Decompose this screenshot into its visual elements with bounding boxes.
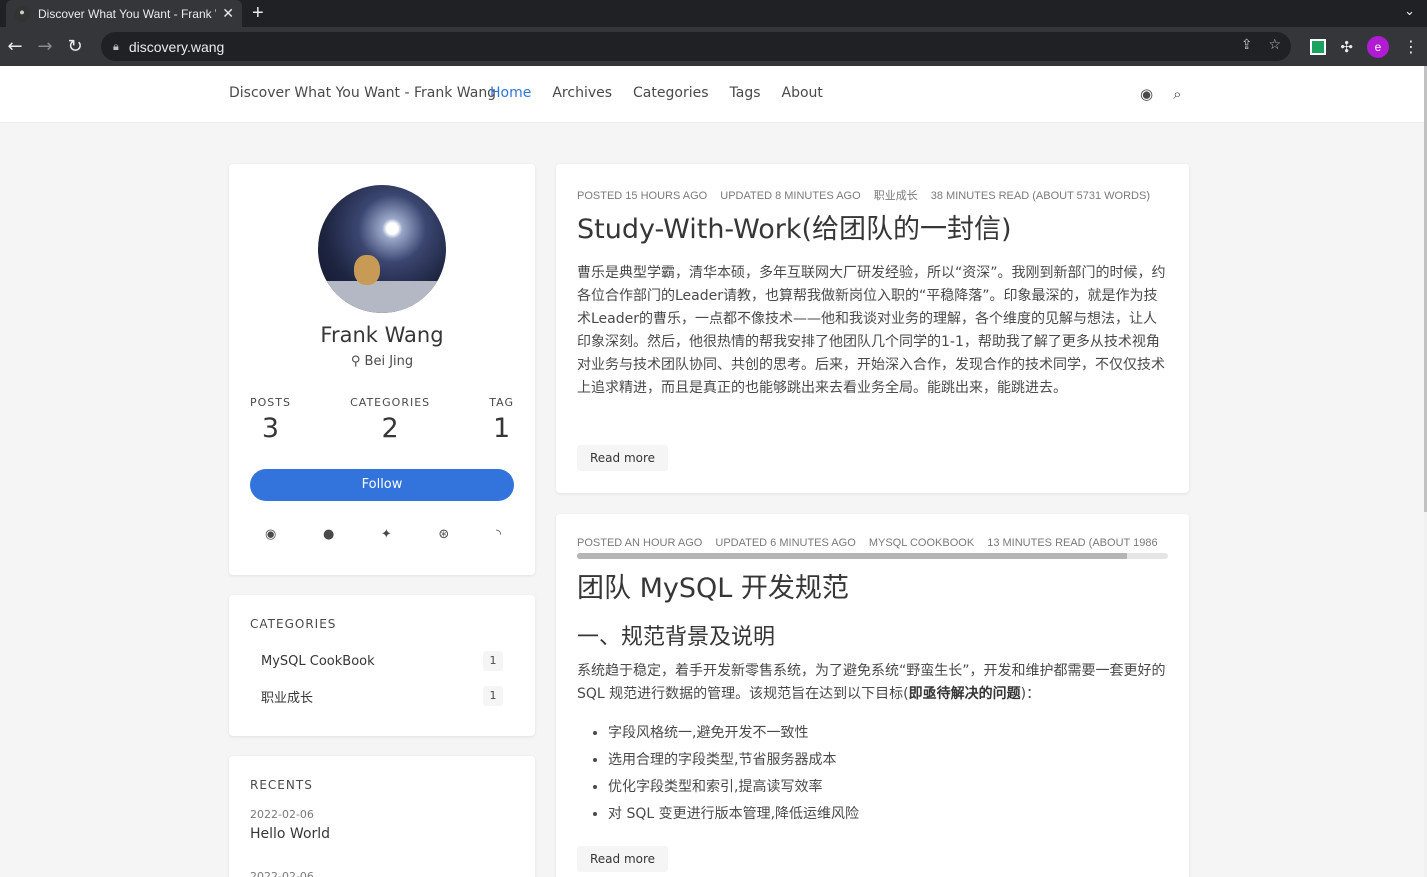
category-item[interactable]: 职业成长 1 [261, 686, 503, 706]
extension-icon[interactable] [1310, 38, 1327, 55]
profile-location: ⚲ Bei Jing [350, 354, 414, 369]
forward-icon[interactable]: → [30, 36, 60, 57]
recents-title: RECENTS [250, 778, 313, 792]
map-marker-icon: ⚲ [350, 354, 361, 369]
list-item: 优化字段类型和索引,提高读写效率 [608, 774, 859, 801]
post-meta: POSTED 15 HOURS AGO UPDATED 8 MINUTES AG… [577, 190, 1150, 202]
bookmark-star-icon[interactable]: ☆ [1268, 37, 1281, 53]
post-bullet-list: 字段风格统一,避免开发不一致性 选用合理的字段类型,节省服务器成本 优化字段类型… [608, 720, 859, 828]
post-card: POSTED AN HOUR AGO UPDATED 6 MINUTES AGO… [556, 514, 1189, 877]
site-brand[interactable]: Discover What You Want - Frank Wang [229, 85, 496, 101]
nav-item-archives[interactable]: Archives [552, 85, 612, 101]
profile-avatar[interactable]: e [1367, 35, 1389, 58]
url-text: discovery.wang [128, 38, 225, 55]
read-more-button[interactable]: Read more [577, 846, 669, 872]
profile-card: Frank Wang ⚲ Bei Jing POSTS 3 CATEGORIES… [229, 164, 535, 575]
back-icon[interactable]: ← [0, 36, 30, 57]
search-icon[interactable]: ⌕ [1173, 85, 1181, 103]
favicon-icon [14, 5, 30, 22]
profile-name: Frank Wang [320, 323, 444, 347]
github-icon[interactable]: ◉ [265, 527, 276, 542]
lock-icon: 🔒︎ [113, 39, 119, 53]
category-count: 1 [483, 651, 503, 671]
twitter-icon[interactable]: ✦ [381, 527, 392, 542]
stat-categories[interactable]: CATEGORIES 2 [350, 396, 430, 444]
site-navbar: Discover What You Want - Frank Wang Home… [0, 66, 1424, 123]
recent-date: 2022-02-06 [250, 808, 314, 821]
browser-tab[interactable]: Discover What You Want - Frank Wang ✕ [6, 0, 242, 27]
share-icon[interactable]: ⇪ [1241, 37, 1253, 53]
stat-tags[interactable]: TAG 1 [489, 396, 514, 444]
browser-tab-bar: Discover What You Want - Frank Wang ✕ + … [0, 0, 1427, 27]
nav-menu: Home Archives Categories Tags About [490, 85, 823, 101]
stat-posts[interactable]: POSTS 3 [250, 396, 291, 444]
recent-date: 2022-02-06 [250, 870, 314, 877]
post-meta: POSTED AN HOUR AGO UPDATED 6 MINUTES AGO… [577, 537, 1158, 549]
rss-icon[interactable]: ◝ [496, 527, 501, 542]
close-tab-icon[interactable]: ✕ [222, 5, 234, 22]
list-item: 字段风格统一,避免开发不一致性 [608, 720, 859, 747]
browser-toolbar: ← → ↻ 🔒︎ discovery.wang ⇪ ☆ ✣ e ⋮ [0, 27, 1427, 66]
extensions-puzzle-icon[interactable]: ✣ [1340, 38, 1353, 56]
post-excerpt: 曹乐是典型学霸，清华本硕，多年互联网大厂研发经验，所以“资深”。我刚到新部门的时… [577, 265, 1166, 396]
reading-progress-bar [577, 553, 1168, 559]
nav-item-home[interactable]: Home [490, 85, 531, 101]
list-item: 对 SQL 变更进行版本管理,降低运维风险 [608, 801, 859, 828]
post-title[interactable]: 团队 MySQL 开发规范 [577, 566, 849, 605]
tab-title: Discover What You Want - Frank Wang [38, 6, 216, 21]
read-more-button[interactable]: Read more [577, 445, 669, 471]
category-item[interactable]: MySQL CookBook 1 [261, 651, 503, 671]
nav-item-tags[interactable]: Tags [730, 85, 761, 101]
recent-post-link[interactable]: Hello World [250, 826, 330, 842]
nav-item-about[interactable]: About [782, 85, 823, 101]
category-count: 1 [483, 686, 503, 706]
avatar [318, 185, 446, 313]
nav-item-categories[interactable]: Categories [633, 85, 708, 101]
post-intro: 系统趋于稳定，着手开发新零售系统，为了避免系统“野蛮生长”，开发和维护都需要一套… [577, 663, 1166, 702]
new-tab-icon[interactable]: + [252, 2, 264, 25]
post-category-link[interactable]: 职业成长 [874, 190, 918, 202]
recents-widget: RECENTS 2022-02-06 Hello World 2022-02-0… [229, 756, 535, 877]
categories-widget: CATEGORIES MySQL CookBook 1 职业成长 1 [229, 595, 535, 736]
post-heading: 一、规范背景及说明 [577, 625, 776, 650]
follow-button[interactable]: Follow [250, 469, 514, 501]
profile-stats: POSTS 3 CATEGORIES 2 TAG 1 [250, 396, 514, 444]
post-category-link[interactable]: MYSQL COOKBOOK [869, 537, 974, 549]
github-icon[interactable]: ◉ [1140, 85, 1153, 103]
address-bar[interactable]: 🔒︎ discovery.wang ⇪ ☆ [101, 32, 1291, 61]
list-item: 选用合理的字段类型,节省服务器成本 [608, 747, 859, 774]
social-links: ◉ ● ✦ ⊛ ◝ [265, 527, 501, 542]
dribbble-icon[interactable]: ⊛ [438, 527, 449, 542]
post-card: POSTED 15 HOURS AGO UPDATED 8 MINUTES AG… [556, 164, 1189, 493]
categories-title: CATEGORIES [250, 617, 337, 631]
reload-icon[interactable]: ↻ [60, 36, 90, 57]
menu-kebab-icon[interactable]: ⋮ [1403, 37, 1419, 56]
tab-search-icon[interactable]: ⌄ [1404, 4, 1415, 19]
post-title[interactable]: Study-With-Work(给团队的一封信) [577, 207, 1012, 246]
facebook-icon[interactable]: ● [323, 527, 334, 542]
